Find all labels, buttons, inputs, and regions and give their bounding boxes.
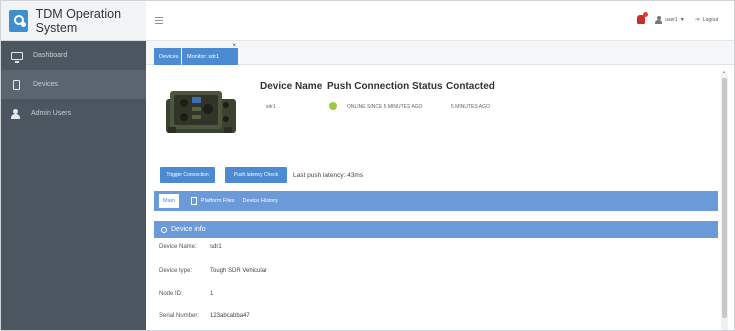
info-label: Serial Number: [159,313,200,319]
topbar-right: user1 ▼ ⇥ Logout [637,12,718,24]
info-value: sdr1 [210,244,222,250]
contacted-value: 5 MINUTES AGO [451,104,490,110]
tab-label: Monitor: sdr1 [187,53,220,60]
panel-title: Device info [171,226,206,233]
sidebar-item-devices[interactable]: Devices [1,70,146,99]
device-info-header: Device info [154,221,718,238]
scrollbar[interactable]: ▲ [721,69,728,330]
app-logo-icon [9,9,28,32]
info-label: Node ID: [159,291,183,297]
tab-platform-files[interactable]: Platform Files [201,198,235,204]
info-value: 1 [210,291,214,297]
sidebar-item-label: Admin Users [31,110,72,117]
close-icon[interactable]: × [232,43,236,49]
info-value: Tough SDR Vehicular [210,268,268,274]
notification-bell-icon[interactable] [637,12,649,24]
app-title: TDM Operation System [35,6,122,35]
topbar: user1 ▼ ⇥ Logout [146,1,734,41]
monitor-icon [11,51,23,63]
info-value: 123abcabba47 [210,313,250,319]
gear-icon [161,226,167,233]
trigger-connection-button[interactable]: Trigger Connection [160,167,215,183]
device-icon [13,79,20,90]
sidebar: TDM Operation System Dashboard Devices A… [1,1,146,330]
sidebar-item-dashboard[interactable]: Dashboard [1,41,146,70]
sub-tab-bar: Main Platform Files Device History [154,191,718,211]
device-name-value: sdr1 [266,104,276,110]
push-latency-check-button[interactable]: Push latency Check [225,167,287,183]
device-image [166,91,236,133]
chevron-down-icon[interactable]: ▼ [680,17,685,23]
sidebar-item-label: Devices [33,81,58,88]
user-icon [11,108,21,119]
logout-link[interactable]: Logout [703,17,718,23]
scroll-up-icon[interactable]: ▲ [722,69,726,74]
brand[interactable]: TDM Operation System [1,1,146,41]
info-label: Device type: [159,268,193,274]
menu-toggle-icon[interactable] [155,17,163,24]
push-status-header: Push Connection Status [327,81,443,92]
tab-monitor[interactable]: Monitor: sdr1 × [182,43,238,65]
last-push-latency: Last push latency: 43ms [293,172,364,179]
info-label: Device Name: [159,244,197,250]
contacted-header: Contacted [446,81,495,92]
tab-label: Devices [159,53,179,60]
tab-label: Main [163,198,175,204]
scrollbar-thumb[interactable] [722,78,727,318]
file-icon [190,197,197,205]
user-menu[interactable]: user1 [665,17,678,23]
app-window: TDM Operation System Dashboard Devices A… [0,0,735,331]
tab-devices[interactable]: Devices [154,48,181,65]
tab-bar: Devices Monitor: sdr1 × [146,41,734,65]
sidebar-item-label: Dashboard [33,52,68,59]
device-name-header: Device Name [260,81,323,92]
tab-device-history[interactable]: Device History [243,198,278,204]
status-indicator-icon [329,102,337,110]
push-status-value: ONLINE SINCE 5 MINUTES AGO [347,104,423,110]
tab-main[interactable]: Main [159,194,179,208]
sidebar-item-admin-users[interactable]: Admin Users [1,99,146,128]
logout-icon: ⇥ [694,17,700,23]
main-content: Devices Monitor: sdr1 × ▲ Device Name Pu… [146,41,734,330]
user-avatar-icon [655,15,663,24]
